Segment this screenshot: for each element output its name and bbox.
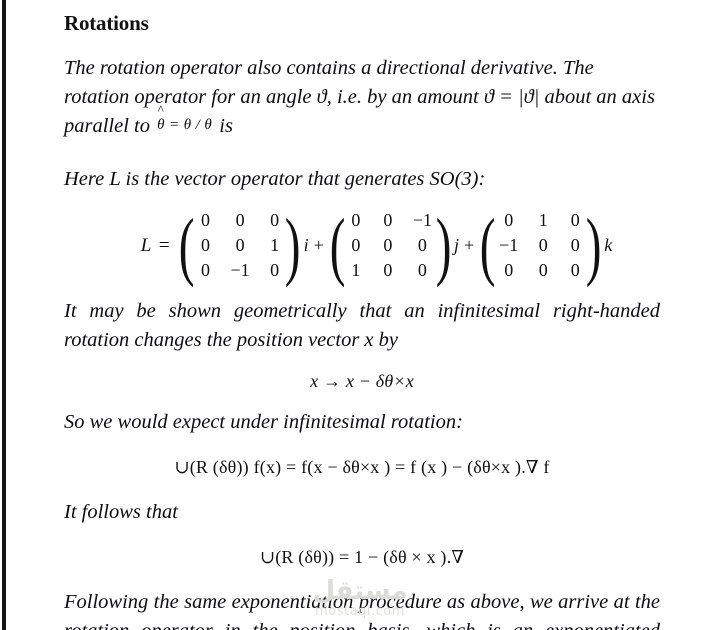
table-row: 0 1 0 (490, 208, 591, 233)
page-content: Rotations The rotation operator also con… (64, 0, 660, 630)
matrix-right-paren: ) (435, 203, 452, 288)
document-page: Rotations The rotation operator also con… (0, 0, 720, 630)
matrix-left-paren: ( (329, 203, 346, 288)
matrix-cell: 0 (235, 235, 245, 255)
matrix-i-grid: 0 0 0 0 0 1 0 −1 0 (189, 208, 290, 283)
theta-hat-base: θ (157, 117, 165, 133)
paragraph-intro-line-3-tail: is (219, 115, 233, 137)
page-left-edge (2, 0, 6, 630)
equation-position-shift: x → x − δθ×x (64, 371, 660, 392)
matrix-cell: 0 (538, 260, 548, 280)
paragraph-vector-operator: Here L is the vector operator that gener… (64, 168, 486, 190)
basis-vector-i: i (303, 235, 309, 255)
matrix-cell: 0 (504, 260, 514, 280)
circumflex-icon: ^ (157, 102, 165, 117)
matrix-j-grid: 0 0 −1 0 0 0 1 0 0 (340, 208, 441, 283)
table-row: 0 0 0 (189, 208, 290, 233)
matrix-cell: −1 (499, 235, 519, 255)
paragraph-intro: The rotation operator also contains a di… (64, 54, 660, 143)
matrix-right-paren: ) (285, 203, 301, 288)
matrix-k-grid: 0 1 0 −1 0 0 0 0 0 (490, 208, 591, 283)
paragraph-exponentiation: Following the same exponentiation proced… (64, 591, 660, 630)
paragraph-it-follows: It follows that (64, 501, 178, 523)
matrix-cell: 0 (383, 210, 393, 230)
paragraph-intro-line-1: The rotation operator also contains a di… (64, 57, 594, 79)
matrix-cell: 0 (235, 210, 245, 230)
matrix-i: ( 0 0 0 0 0 1 0 −1 0) (178, 203, 301, 288)
operator-plus: + (313, 235, 324, 255)
matrix-left-paren: ( (479, 203, 496, 288)
matrix-right-paren: ) (585, 203, 602, 288)
equation-operator-expansion-text: ∪(R (δθ)) = 1 − (δθ × x ).∇ (259, 547, 465, 567)
equation-matrix-L: L = ( 0 0 0 0 0 1 0 −1 0) i + (0 0 −1 … (64, 203, 660, 288)
matrix-cell: 0 (383, 260, 393, 280)
page-title: Rotations (64, 11, 149, 35)
table-row: 0 0 1 (189, 233, 290, 258)
basis-vector-j: j (453, 235, 459, 255)
table-row: 0 0 0 (490, 258, 591, 283)
paragraph-expectation: So we would expect under infinitesimal r… (64, 411, 463, 433)
paragraph-infinitesimal-rotation: It may be shown geometrically that an in… (64, 300, 660, 351)
operator-plus: + (463, 235, 475, 255)
matrix-k: ( 0 1 0 −1 0 0 0 0 0) (479, 203, 602, 288)
equation-position-shift-text: x → x − δθ×x (310, 371, 414, 391)
theta-hat-rest: = θ / θ (164, 117, 213, 133)
matrix-cell: 1 (538, 210, 548, 230)
matrix-cell: 0 (538, 235, 548, 255)
matrix-left-paren: ( (179, 203, 195, 288)
matrix-cell: 0 (383, 235, 393, 255)
table-row: 1 0 0 (340, 258, 441, 283)
matrix-j: ( 0 0 −1 0 0 0 1 0 0) (329, 203, 452, 288)
equation-operator-on-function-text: ∪(R (δθ)) f(x) = f(x − δθ×x ) = f (x ) −… (174, 457, 550, 477)
matrix-cell: −1 (230, 260, 250, 280)
equation-operator-on-function: ∪(R (δθ)) f(x) = f(x − δθ×x ) = f (x ) −… (64, 457, 660, 478)
table-row: 0 −1 0 (189, 258, 290, 283)
table-row: 0 0 −1 (340, 208, 441, 233)
basis-vector-k: k (604, 235, 613, 255)
inline-formula-theta-hat: ^ θ = θ / θ (155, 103, 214, 133)
table-row: 0 0 0 (340, 233, 441, 258)
equation-operator-expansion: ∪(R (δθ)) = 1 − (δθ × x ).∇ (64, 547, 660, 568)
matrix-cell: 0 (504, 210, 514, 230)
table-row: −1 0 0 (490, 233, 591, 258)
matrix-equation-lhs: L = (140, 234, 172, 256)
theta-hat-accent-group: ^ θ (157, 103, 165, 140)
paragraph-intro-line-2: rotation operator for an angle ϑ, i.e. b… (64, 86, 592, 108)
